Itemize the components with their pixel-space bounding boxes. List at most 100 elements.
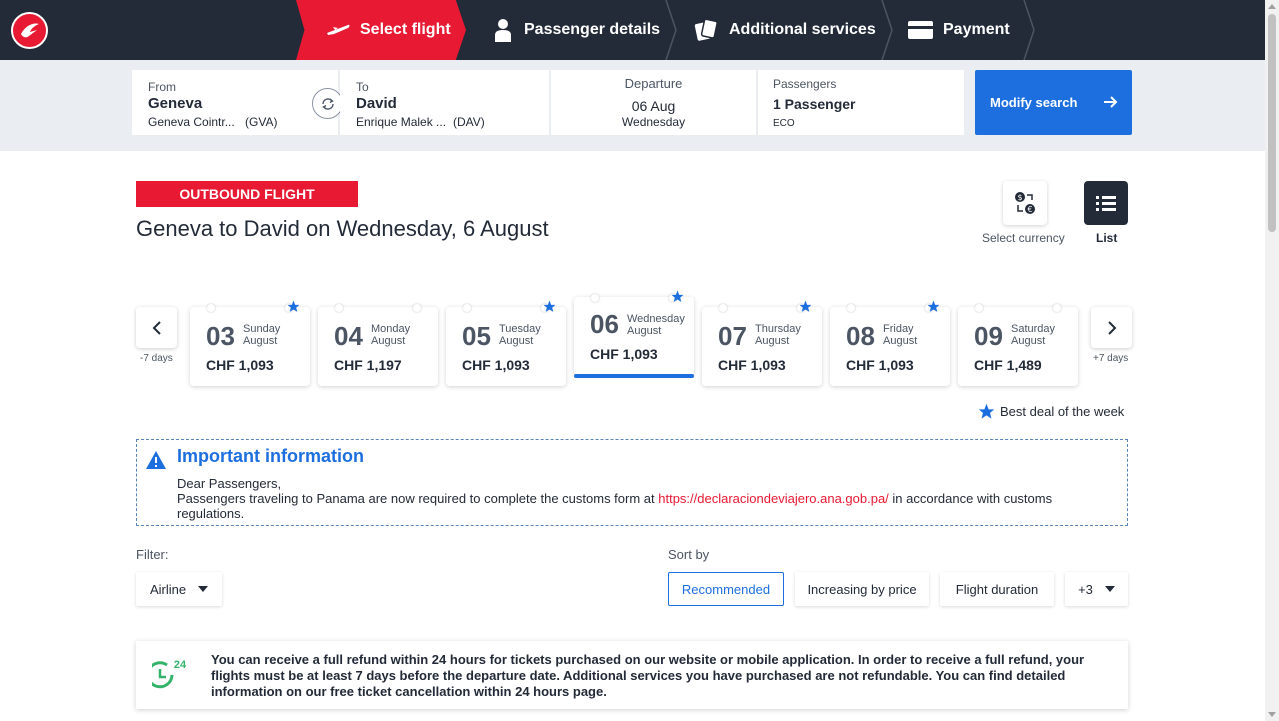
important-information-box: Important information Dear Passengers, P… [136,439,1128,526]
sort-label: Sort by [668,547,710,562]
scrollbar-thumb[interactable] [1268,14,1276,232]
date-card-03[interactable]: 03 Sunday August CHF 1,093 [190,300,310,386]
date-card-04[interactable]: 04 Monday August CHF 1,197 [318,304,438,386]
outbound-flight-badge: OUTBOUND FLIGHT [136,181,358,207]
caret-down-icon [198,586,209,592]
date-card-08[interactable]: 08 Friday August CHF 1,093 [830,300,950,386]
month-name: August [755,335,790,347]
step-additional-services[interactable]: Additional services [693,0,876,60]
currency-exchange-icon: $ € [1015,192,1035,214]
weekday-name: Thursday [755,323,801,335]
next-week-button[interactable] [1091,307,1132,348]
from-airport: Geneva Cointr... [148,115,235,129]
passengers-field[interactable]: Passengers 1 Passenger ECO [758,70,964,135]
day-number: 05 [462,321,491,351]
best-deal-star-icon [799,300,812,318]
month-name: August [627,325,662,337]
step-select-flight[interactable]: Select flight [296,0,466,60]
to-code: (DAV) [453,115,485,129]
price: CHF 1,093 [590,346,658,362]
card-notch [591,294,599,302]
star-icon [978,403,995,419]
sort-increasing-price[interactable]: Increasing by price [795,572,929,606]
airline-logo[interactable] [11,12,48,49]
step-separator [1022,0,1036,60]
best-deal-star-icon [671,290,684,308]
info-body: Dear Passengers, Passengers traveling to… [177,476,1117,521]
scroll-down-arrow[interactable] [1268,712,1276,717]
day-number: 06 [590,309,619,339]
info-title: Important information [177,446,364,466]
passengers-value: 1 Passenger [773,96,856,112]
day-number: 08 [846,321,875,351]
swap-route-button[interactable] [312,88,343,119]
weekday-name: Monday [371,323,411,335]
price: CHF 1,093 [462,357,530,373]
departure-field[interactable]: Departure 06 Aug Wednesday [551,70,756,135]
sort-recommended[interactable]: Recommended [668,572,784,606]
date-card-09[interactable]: 09 Saturday August CHF 1,489 [958,304,1078,386]
page-scrollbar[interactable] [1265,0,1279,721]
previous-week-label: -7 days [140,353,173,364]
step-passenger-details[interactable]: Passenger details [492,0,660,60]
chevron-right-icon [1107,320,1116,335]
list-view-label: List [1096,231,1118,245]
step-label: Select flight [360,21,451,38]
best-deal-star-icon [543,300,556,318]
sort-more-label: +3 [1078,581,1093,597]
cabin-class: ECO [773,118,795,129]
top-navigation: Select flight Passenger details Addition… [0,0,1265,60]
modify-search-button[interactable]: Modify search [975,70,1132,135]
price: CHF 1,093 [206,357,274,373]
info-greeting: Dear Passengers, [177,476,282,491]
sort-more-dropdown[interactable]: +3 [1065,572,1128,606]
customs-form-link[interactable]: https://declaraciondeviajero.ana.gob.pa/ [658,491,889,506]
month-name: August [883,335,918,347]
day-number: 04 [334,321,363,351]
departure-label: Departure [624,76,683,91]
refund-24h-icon: 24 [146,657,190,696]
filter-label: Filter: [136,547,169,562]
select-currency-button[interactable]: $ € [1003,181,1047,225]
day-number: 03 [206,321,235,351]
to-airport: Enrique Malek ... [356,115,447,129]
departure-day: Wednesday [621,115,686,129]
from-city: Geneva [148,95,203,112]
month-name: August [499,335,534,347]
credit-card-icon [908,21,933,39]
date-card-05[interactable]: 05 Tuesday August CHF 1,093 [446,300,566,386]
warning-icon [145,450,167,475]
destination-field[interactable]: To David Enrique Malek ... (DAV) [340,70,549,135]
card-notch [847,304,855,312]
sort-flight-duration[interactable]: Flight duration [940,572,1054,606]
date-card-07[interactable]: 07 Thursday August CHF 1,093 [702,300,822,386]
step-label: Passenger details [524,21,661,38]
to-label: To [356,80,369,94]
origin-field[interactable]: From Geneva Geneva Cointr... (GVA) [132,70,338,135]
step-separator [664,0,678,60]
previous-week-button[interactable] [136,307,177,348]
next-week-label: +7 days [1093,353,1129,364]
airline-filter-dropdown[interactable]: Airline [136,572,222,606]
departure-date: 06 Aug [631,98,676,114]
date-card-06[interactable]: 06 Wednesday August CHF 1,093 [574,290,694,378]
day-number: 09 [974,321,1003,351]
best-deal-star-icon [287,300,300,318]
airline-filter-label: Airline [149,581,187,597]
price: CHF 1,197 [334,357,402,373]
arrow-right-icon [1102,94,1118,113]
month-name: August [243,335,278,347]
weekday-name: Sunday [243,323,281,335]
passengers-label: Passengers [773,77,837,91]
scroll-up-arrow[interactable] [1268,4,1276,9]
best-deal-legend: Best deal of the week [978,403,1124,420]
refund-notice: 24 You can receive a full refund within … [136,641,1128,709]
card-notch [463,304,471,312]
step-payment[interactable]: Payment [908,0,1010,60]
person-icon [492,18,514,42]
card-notch [1053,304,1061,312]
page-title: Geneva to David on Wednesday, 6 August [136,216,549,241]
list-view-button[interactable] [1084,181,1128,225]
to-city: David [356,95,397,112]
card-notch [719,304,727,312]
